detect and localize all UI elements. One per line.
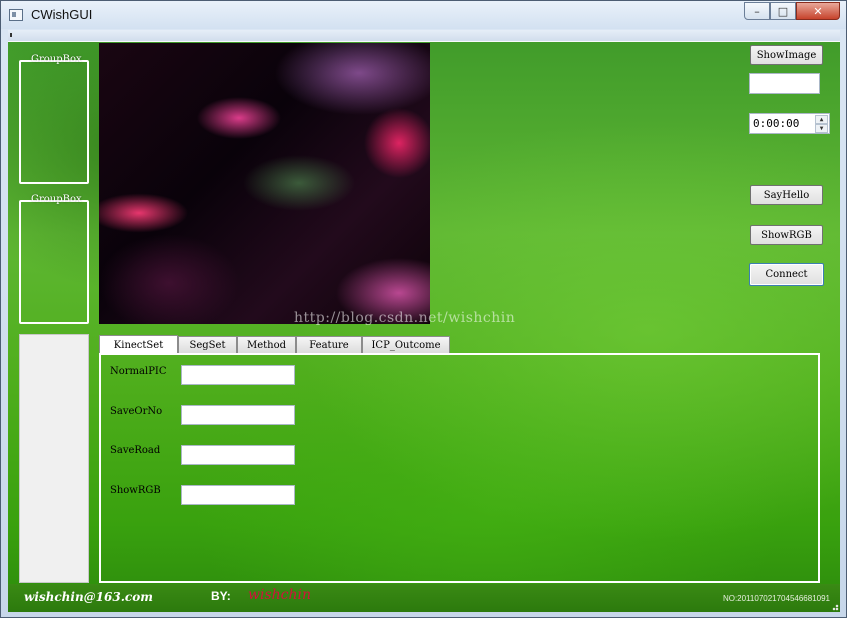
time-spinner: ▲ ▼ <box>815 115 828 133</box>
say-hello-button[interactable]: SayHello <box>750 185 823 205</box>
tab-segset[interactable]: SegSet <box>178 336 237 353</box>
status-number: NO:201107021704546681091 <box>722 594 830 603</box>
tab-kinectset[interactable]: KinectSet <box>99 335 178 354</box>
main-window: CWishGUI – □ ✕ GroupBox GroupBox ShowIma… <box>0 0 847 618</box>
tab-bar: KinectSet SegSet Method Feature ICP_Outc… <box>99 335 450 354</box>
status-author: wishchin <box>248 587 312 603</box>
menu-grip-icon <box>10 33 12 37</box>
window-title: CWishGUI <box>31 7 93 22</box>
list-panel[interactable] <box>19 334 89 583</box>
title-bar[interactable]: CWishGUI – □ ✕ <box>1 1 846 29</box>
minimize-button[interactable]: – <box>744 2 770 20</box>
normalpic-input[interactable] <box>181 365 295 385</box>
watermark-text: http://blog.csdn.net/wishchin <box>294 310 516 326</box>
saveorno-input[interactable] <box>181 405 295 425</box>
saveroad-input[interactable] <box>181 445 295 465</box>
saveorno-label: SaveOrNo <box>110 406 163 417</box>
resize-grip-icon[interactable] <box>831 603 839 611</box>
kinectset-pane: NormalPIC SaveOrNo SaveRoad ShowRGB <box>99 353 820 583</box>
status-by: BY: <box>211 589 231 603</box>
groupbox-top: GroupBox <box>19 54 89 184</box>
status-bar: wishchin@163.com BY: wishchin NO:2011070… <box>8 584 840 612</box>
spin-down-icon[interactable]: ▼ <box>815 124 828 133</box>
client-area: GroupBox GroupBox ShowImage 0:00:00 ▲ ▼ … <box>8 30 840 612</box>
separator-line <box>8 41 840 42</box>
spin-up-icon[interactable]: ▲ <box>815 115 828 124</box>
saveroad-label: SaveRoad <box>110 445 161 456</box>
text-field[interactable] <box>749 73 820 94</box>
groupbox-title: GroupBox <box>31 54 82 65</box>
time-edit[interactable]: 0:00:00 ▲ ▼ <box>749 113 830 134</box>
app-window-icon <box>9 9 23 21</box>
showrgb-input[interactable] <box>181 485 295 505</box>
maximize-button[interactable]: □ <box>770 2 796 20</box>
close-button[interactable]: ✕ <box>796 2 840 20</box>
groupbox-bottom: GroupBox <box>19 194 89 324</box>
connect-button[interactable]: Connect <box>749 263 824 286</box>
image-display <box>99 43 430 324</box>
show-image-button[interactable]: ShowImage <box>750 45 823 65</box>
normalpic-label: NormalPIC <box>110 366 167 377</box>
time-value: 0:00:00 <box>753 117 800 130</box>
tab-icp-outcome[interactable]: ICP_Outcome <box>362 336 450 353</box>
groupbox-title: GroupBox <box>31 194 82 205</box>
tab-feature[interactable]: Feature <box>296 336 362 353</box>
tab-method[interactable]: Method <box>237 336 296 353</box>
show-rgb-button[interactable]: ShowRGB <box>750 225 823 245</box>
showrgb-label: ShowRGB <box>110 485 161 496</box>
status-email: wishchin@163.com <box>24 590 153 604</box>
caption-buttons: – □ ✕ <box>744 2 840 21</box>
